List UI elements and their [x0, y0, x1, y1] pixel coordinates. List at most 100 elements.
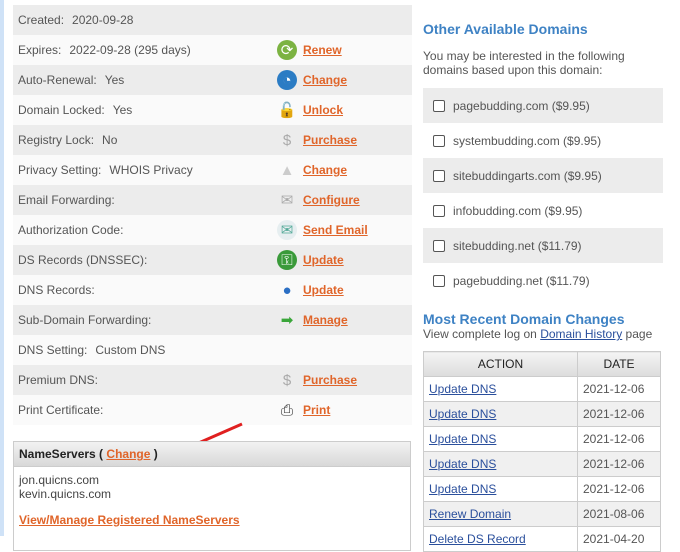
change-date: 2021-12-06 [577, 426, 661, 452]
change-link[interactable]: Change [303, 163, 347, 177]
action-link[interactable]: Delete DS Record [429, 532, 526, 546]
padlock-icon: 🔓 [277, 102, 297, 119]
domain-option[interactable]: systembudding.com ($9.95) [423, 123, 663, 158]
update-link[interactable]: Update [303, 253, 344, 267]
recent-changes-table: ACTION DATE Update DNS 2021-12-06 Update DN… [423, 351, 661, 552]
detail-row: Expires: 2022-09-28 (295 days) ⟳ Renew [13, 35, 412, 65]
detail-row: Authorization Code: ✉ Send Email [13, 215, 412, 245]
detail-row: Privacy Setting: WHOIS Privacy ▲ Change [13, 155, 412, 185]
action-link[interactable]: Update DNS [429, 382, 496, 396]
detail-label: Privacy Setting: [18, 163, 102, 177]
detail-label: Premium DNS: [18, 373, 99, 387]
action-link[interactable]: Update DNS [429, 457, 496, 471]
detail-value: WHOIS Privacy [109, 163, 193, 177]
detail-label: DS Records (DNSSEC): [18, 253, 148, 267]
domain-details-table: Created: 2020-09-28 Expires: 2022-09-28 (29… [13, 5, 412, 425]
detail-label: Print Certificate: [18, 403, 104, 417]
column-header-action: ACTION [423, 351, 578, 377]
send-email-link[interactable]: Send Email [303, 223, 368, 237]
domain-option[interactable]: pagebudding.net ($11.79) [423, 263, 663, 298]
change-date: 2021-12-06 [577, 401, 661, 427]
unlock-link[interactable]: Unlock [303, 103, 343, 117]
detail-value: 2022-09-28 (295 days) [69, 43, 191, 57]
domain-checkbox[interactable] [433, 274, 445, 287]
detail-value: Custom DNS [95, 343, 166, 357]
domain-option[interactable]: infobudding.com ($9.95) [423, 193, 663, 228]
domain-checkbox[interactable] [433, 99, 445, 112]
domain-history-link[interactable]: Domain History [540, 327, 622, 341]
dollar-icon: $ [282, 131, 292, 149]
manage-link[interactable]: Manage [303, 313, 348, 327]
action-link[interactable]: Update DNS [429, 432, 496, 446]
left-edge-bar [0, 0, 4, 536]
detail-label: Registry Lock: [18, 133, 95, 147]
detail-row: DS Records (DNSSEC): ⚿ Update [13, 245, 412, 275]
detail-label: Sub-Domain Forwarding: [18, 313, 152, 327]
detail-label: Domain Locked: [18, 103, 105, 117]
renew-icon: ⟳ [277, 40, 297, 60]
change-link[interactable]: Change [303, 73, 347, 87]
dollar-icon: $ [282, 371, 292, 389]
domain-option[interactable]: sitebudding.net ($11.79) [423, 228, 663, 263]
recent-changes-title: Most Recent Domain Changes [423, 311, 625, 327]
detail-label: Email Forwarding: [18, 193, 115, 207]
detail-value: 2020-09-28 [72, 13, 134, 27]
clock-icon: ◔ [277, 70, 297, 90]
table-row: Renew Domain 2021-08-06 [423, 501, 661, 527]
column-header-date: DATE [577, 351, 661, 377]
detail-label: DNS Setting: [18, 343, 88, 357]
detail-row: Domain Locked: Yes 🔓 Unlock [13, 95, 412, 125]
detail-row: Email Forwarding: ✉ Configure [13, 185, 412, 215]
privacy-icon: ▲ [279, 161, 295, 179]
key-icon: ⚿ [277, 250, 297, 270]
nameservers-header: NameServers ( Change ) [14, 442, 410, 467]
action-link[interactable]: Update DNS [429, 407, 496, 421]
arrow-right-icon: ➡ [280, 312, 294, 329]
detail-label: Auto-Renewal: [18, 73, 97, 87]
detail-label: Created: [18, 13, 65, 27]
nameserver-2: kevin.quicns.com [19, 487, 112, 501]
nameserver-1: jon.quicns.com [19, 473, 100, 487]
domain-checkbox[interactable] [433, 204, 445, 217]
renew-link[interactable]: Renew [303, 43, 342, 57]
detail-row: Premium DNS: $ Purchase [13, 365, 412, 395]
purchase-link[interactable]: Purchase [303, 133, 357, 147]
detail-label: Authorization Code: [18, 223, 124, 237]
detail-value: Yes [104, 73, 125, 87]
nameservers-box: NameServers ( Change ) jon.quicns.com ke… [13, 441, 411, 551]
domain-checkbox[interactable] [433, 239, 445, 252]
detail-row: DNS Records: ● Update [13, 275, 412, 305]
other-domains-intro: You may be interested in the following d… [423, 49, 625, 77]
detail-row: DNS Setting: Custom DNS [13, 335, 412, 365]
table-row: Update DNS 2021-12-06 [423, 476, 661, 502]
table-row: Delete DS Record 2021-04-20 [423, 526, 661, 552]
detail-value: Yes [112, 103, 133, 117]
table-row: Update DNS 2021-12-06 [423, 426, 661, 452]
printer-icon: ⎙ [280, 401, 293, 419]
action-link[interactable]: Renew Domain [429, 507, 511, 521]
other-domains-title: Other Available Domains [423, 21, 588, 37]
change-date: 2021-04-20 [577, 526, 661, 552]
purchase-link[interactable]: Purchase [303, 373, 357, 387]
nameservers-change-link[interactable]: Change [106, 447, 150, 461]
domain-checkbox[interactable] [433, 169, 445, 182]
manage-nameservers-link[interactable]: View/Manage Registered NameServers [19, 513, 405, 527]
detail-row: Created: 2020-09-28 [13, 5, 412, 35]
change-date: 2021-12-06 [577, 376, 661, 402]
detail-row: Registry Lock: No $ Purchase [13, 125, 412, 155]
configure-link[interactable]: Configure [303, 193, 360, 207]
domain-option[interactable]: sitebuddingarts.com ($9.95) [423, 158, 663, 193]
change-date: 2021-08-06 [577, 501, 661, 527]
update-link[interactable]: Update [303, 283, 344, 297]
action-link[interactable]: Update DNS [429, 482, 496, 496]
domain-checkbox[interactable] [433, 134, 445, 147]
globe-icon: ● [282, 281, 292, 299]
envelope-icon: ✉ [280, 192, 294, 209]
table-row: Update DNS 2021-12-06 [423, 376, 661, 402]
email-send-icon: ✉ [277, 220, 297, 240]
detail-label: DNS Records: [18, 283, 95, 297]
change-date: 2021-12-06 [577, 451, 661, 477]
change-date: 2021-12-06 [577, 476, 661, 502]
domain-option[interactable]: pagebudding.com ($9.95) [423, 88, 663, 123]
print-link[interactable]: Print [303, 403, 330, 417]
